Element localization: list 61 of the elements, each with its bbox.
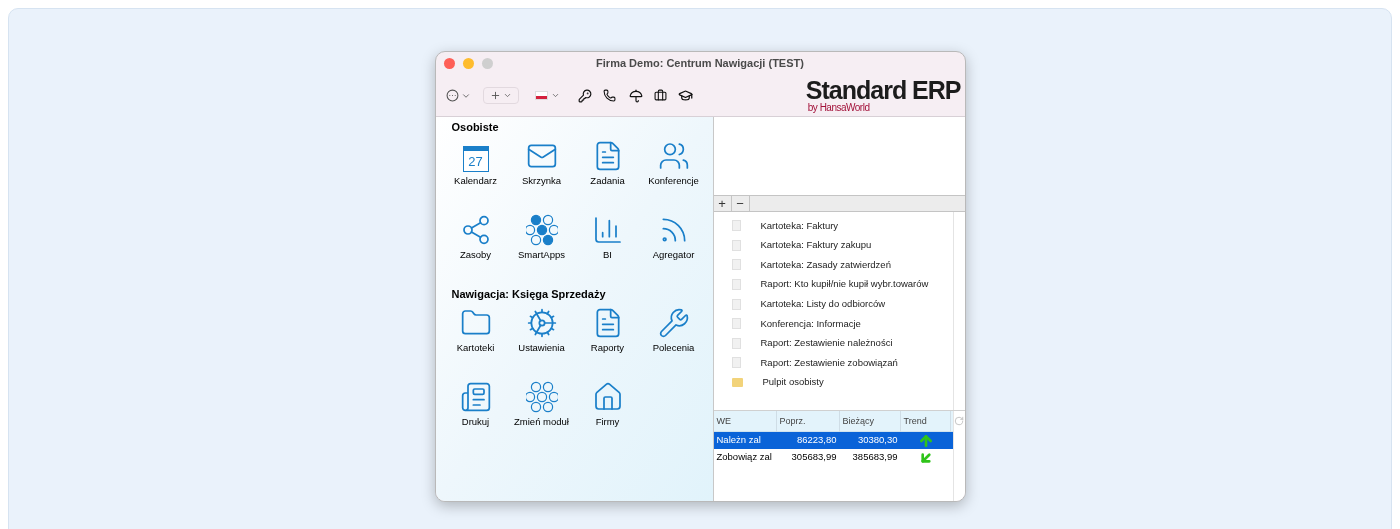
navigation-tile[interactable]: Konferencje xyxy=(640,136,707,210)
form-icon xyxy=(459,381,492,413)
logo: Standard ERP by HansaWorld xyxy=(805,78,961,113)
key-icon[interactable] xyxy=(577,88,592,103)
document-icon xyxy=(731,279,741,291)
wrench-icon xyxy=(657,307,690,339)
navigation-tile[interactable]: Firmy xyxy=(574,377,641,451)
navigation-tile[interactable]: Ustawienia xyxy=(508,303,575,377)
shortcut-item[interactable]: Pulpit osobisty xyxy=(713,372,953,393)
shortcut-item[interactable]: Raport: Kto kupił/nie kupił wybr.towarów xyxy=(713,274,953,295)
navigation-tile[interactable]: Raporty xyxy=(574,303,641,377)
navigation-tile[interactable]: 27 Kalendarz xyxy=(442,136,509,210)
navigation-tile[interactable]: Zmień moduł xyxy=(508,377,575,451)
document-icon xyxy=(731,318,741,330)
folder-icon xyxy=(731,378,743,388)
close-button[interactable] xyxy=(443,58,455,69)
shortcut-item[interactable]: Kartoteka: Faktury zakupu xyxy=(713,235,953,256)
table-row[interactable]: Należn zal 86223,80 30380,30 xyxy=(713,432,953,449)
section-heading: Nawigacja: Księga Sprzedaży xyxy=(450,287,607,302)
navigation-tile[interactable]: Skrzynka xyxy=(508,136,575,210)
umbrella-icon[interactable] xyxy=(628,88,643,103)
phone-icon[interactable] xyxy=(602,89,616,102)
shortcut-item[interactable]: Kartoteka: Faktury xyxy=(713,216,953,236)
document-icon xyxy=(731,220,741,232)
shortcut-item[interactable]: Raport: Zestawienie należności xyxy=(713,333,953,354)
navigation-tile[interactable]: Polecenia xyxy=(640,303,707,377)
shortcut-item[interactable]: Kartoteka: Listy do odbiorców xyxy=(713,294,953,314)
gear-icon xyxy=(525,307,558,339)
navigation-tile[interactable]: Kartoteki xyxy=(442,303,509,377)
navigation-tile[interactable]: Zasoby xyxy=(442,210,509,284)
caret-icon xyxy=(550,91,560,100)
document-icon xyxy=(731,298,741,310)
language-menu-button[interactable] xyxy=(534,91,560,100)
shortcut-item[interactable]: Kartoteka: Zasady zatwierdzeń xyxy=(713,255,953,275)
document-icon xyxy=(731,259,741,271)
navigation-tile[interactable]: SmartApps xyxy=(508,210,575,284)
people-icon xyxy=(657,140,690,172)
more-menu-button[interactable] xyxy=(445,89,471,102)
document-icon xyxy=(731,337,741,349)
caret-icon xyxy=(502,91,512,100)
document-icon xyxy=(731,239,741,251)
graduation-cap-icon[interactable] xyxy=(677,88,693,103)
navigation-tile[interactable]: Drukuj xyxy=(442,377,509,451)
navigation-tile[interactable]: BI xyxy=(574,210,641,284)
ellipsis-icon xyxy=(445,89,459,102)
hexagons-icon xyxy=(525,381,558,413)
list-toolbar-button[interactable]: + xyxy=(713,196,732,211)
window-title: Firma Demo: Centrum Nawigacji (TEST) xyxy=(596,56,804,72)
briefcase-icon[interactable] xyxy=(653,89,667,102)
navigation-tile[interactable]: Zadania xyxy=(574,136,641,210)
add-menu-button[interactable] xyxy=(482,87,519,104)
shortcut-item[interactable]: Konferencja: Informacje xyxy=(713,313,953,334)
flag-icon xyxy=(534,91,548,100)
section-heading: Osobiste xyxy=(450,120,500,135)
document-icon xyxy=(731,357,741,369)
calendar-icon: 27 xyxy=(462,146,489,172)
navigation-tile[interactable]: Agregator xyxy=(640,210,707,284)
shortcut-item[interactable]: Raport: Zestawienie zobowiązań xyxy=(713,353,953,373)
hexagons-icon xyxy=(525,214,558,246)
plus-icon xyxy=(489,90,501,101)
list-toolbar-button[interactable]: − xyxy=(731,196,750,211)
